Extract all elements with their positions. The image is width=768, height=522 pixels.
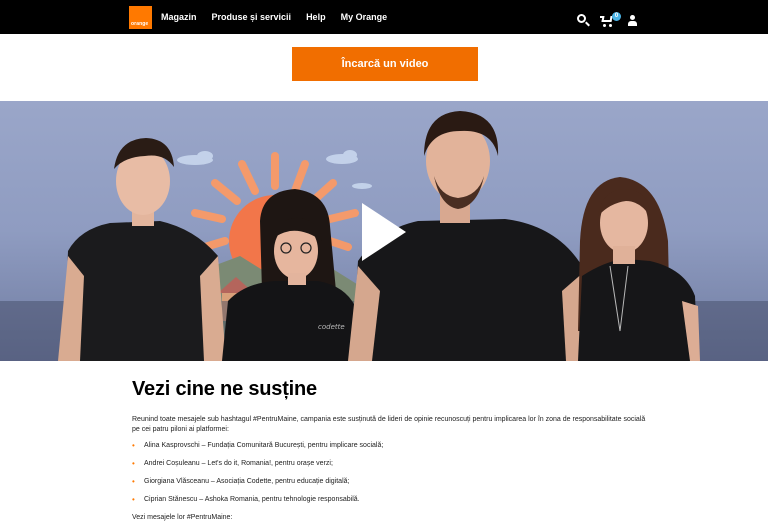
section-intro: Reunind toate mesajele sub hashtagul #Pe…: [132, 416, 646, 433]
section-footer-note: Vezi mesajele lor #PentruMaine:: [132, 514, 233, 521]
video-player[interactable]: codette: [0, 101, 768, 361]
logo-text: orange: [131, 21, 149, 27]
nav-item-my-orange[interactable]: My Orange: [341, 0, 388, 34]
upload-video-button[interactable]: Încarcă un video: [292, 47, 478, 81]
bullet-icon: •: [132, 441, 135, 450]
person-1: [58, 138, 226, 361]
cart-count-badge: 0: [612, 12, 621, 21]
supporter-text: Giorgiana Vlăsceanu – Asociația Codette,…: [144, 478, 350, 485]
orange-logo[interactable]: orange: [129, 6, 152, 29]
section-title: Vezi cine ne susține: [132, 378, 317, 400]
list-item: • Alina Kasprovschi – Fundația Comunitară…: [132, 441, 652, 451]
supporters-section: Vezi cine ne susține Reunind toate mesaj…: [132, 378, 652, 522]
nav-item-produse-servicii[interactable]: Produse și servicii: [212, 0, 292, 34]
user-icon[interactable]: [628, 15, 637, 26]
list-item: • Andrei Coșuleanu – Let's do it, Romania…: [132, 459, 652, 469]
bullet-icon: •: [132, 459, 135, 468]
list-item: • Giorgiana Vlăsceanu – Asociația Codette…: [132, 477, 652, 487]
svg-text:codette: codette: [318, 323, 345, 331]
cart-icon[interactable]: [600, 16, 613, 27]
bullet-icon: •: [132, 477, 135, 486]
list-item: • Ciprian Stănescu – Ashoka Romania, pent…: [132, 495, 652, 505]
search-icon[interactable]: [577, 14, 586, 23]
bullet-icon: •: [132, 495, 135, 504]
supporter-text: Ciprian Stănescu – Ashoka Romania, pentr…: [144, 496, 360, 503]
nav-item-help[interactable]: Help: [306, 0, 326, 34]
video-frame: codette: [0, 111, 768, 361]
top-navigation-bar: orange Magazin Produse și servicii Help …: [0, 0, 768, 34]
supporter-text: Alina Kasprovschi – Fundația Comunitară …: [144, 442, 384, 449]
person-4: [578, 177, 700, 361]
nav-item-magazin[interactable]: Magazin: [161, 0, 197, 34]
supporters-list: • Alina Kasprovschi – Fundația Comunitară…: [132, 441, 652, 505]
main-nav: Magazin Produse și servicii Help My Oran…: [161, 0, 402, 34]
supporter-text: Andrei Coșuleanu – Let's do it, Romania!…: [144, 460, 333, 467]
